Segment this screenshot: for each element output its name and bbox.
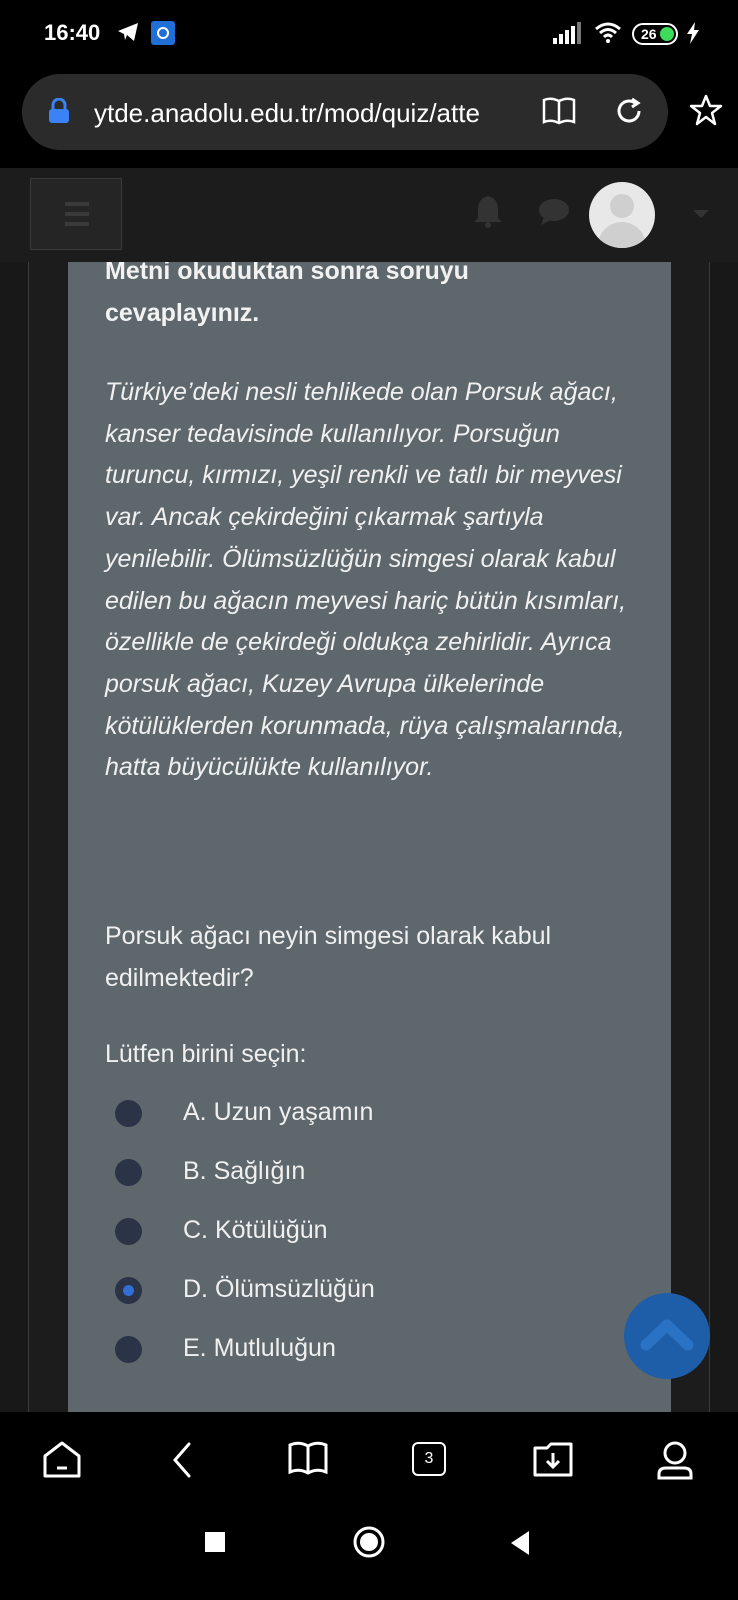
scroll-to-top-button[interactable]	[624, 1293, 710, 1379]
question-instruction: Metni okuduktan sonra soruyu cevaplayını…	[105, 262, 469, 327]
answer-option-a[interactable]: A. Uzun yaşamın	[105, 1094, 625, 1140]
tabs-icon[interactable]: 3	[412, 1442, 446, 1476]
bookmarks-icon[interactable]	[288, 1440, 328, 1476]
bell-icon[interactable]	[473, 194, 503, 228]
charging-icon	[687, 22, 699, 44]
option-label[interactable]: D. Ölümsüzlüğün	[183, 1275, 375, 1304]
chevron-up-icon	[640, 1319, 694, 1351]
url-text[interactable]: ytde.anadolu.edu.tr/mod/quiz/atte	[94, 98, 526, 129]
radio-button[interactable]	[115, 1336, 142, 1363]
browser-address-bar: ytde.anadolu.edu.tr/mod/quiz/atte	[0, 68, 738, 168]
reader-mode-icon[interactable]	[542, 96, 576, 126]
answer-option-b[interactable]: B. Sağlığın	[105, 1153, 625, 1199]
profile-icon[interactable]	[656, 1440, 694, 1480]
question-text: Porsuk ağacı neyin simgesi olarak kabul …	[105, 922, 552, 992]
browser-toolbar: 3	[0, 1412, 738, 1512]
choice-prompt: Lütfen birini seçin:	[105, 1040, 307, 1068]
reload-icon[interactable]	[614, 96, 644, 126]
site-navbar	[0, 168, 738, 262]
option-label[interactable]: A. Uzun yaşamın	[183, 1098, 373, 1127]
radio-button[interactable]	[115, 1100, 142, 1127]
app-notification-icon	[151, 21, 175, 45]
question-passage: Türkiye’deki nesli tehlikede olan Porsuk…	[105, 378, 627, 782]
home-button[interactable]	[352, 1525, 386, 1559]
answer-option-d[interactable]: D. Ölümsüzlüğün	[105, 1271, 625, 1317]
clock: 16:40	[44, 20, 101, 45]
signal-icon	[553, 22, 581, 44]
answer-option-e[interactable]: E. Mutluluğun	[105, 1330, 625, 1376]
url-field[interactable]: ytde.anadolu.edu.tr/mod/quiz/atte	[22, 74, 668, 150]
menu-button[interactable]	[30, 178, 122, 250]
status-bar: 16:40 26	[0, 0, 738, 68]
radio-button[interactable]	[115, 1159, 142, 1186]
home-icon[interactable]	[42, 1440, 82, 1480]
battery-level: 26	[641, 26, 657, 42]
battery-icon: 26	[632, 23, 678, 45]
radio-button[interactable]	[115, 1218, 142, 1245]
avatar[interactable]	[589, 182, 655, 248]
back-button[interactable]	[509, 1530, 531, 1556]
answer-option-c[interactable]: C. Kötülüğün	[105, 1212, 625, 1258]
wifi-icon	[595, 22, 621, 43]
caret-down-icon[interactable]	[693, 210, 709, 218]
question-card: Metni okuduktan sonra soruyu cevaplayını…	[68, 262, 671, 1412]
recents-button[interactable]	[205, 1532, 225, 1552]
system-navigation-bar	[0, 1512, 738, 1600]
downloads-icon[interactable]	[532, 1440, 574, 1478]
back-icon[interactable]	[170, 1440, 194, 1480]
option-label[interactable]: B. Sağlığın	[183, 1157, 305, 1186]
option-label[interactable]: C. Kötülüğün	[183, 1216, 328, 1245]
telegram-icon	[118, 23, 138, 41]
chat-icon[interactable]	[538, 198, 570, 226]
option-label[interactable]: E. Mutluluğun	[183, 1334, 336, 1363]
bookmark-star-icon[interactable]	[689, 94, 723, 126]
lock-icon[interactable]	[48, 98, 70, 124]
radio-button-selected[interactable]	[115, 1277, 142, 1304]
